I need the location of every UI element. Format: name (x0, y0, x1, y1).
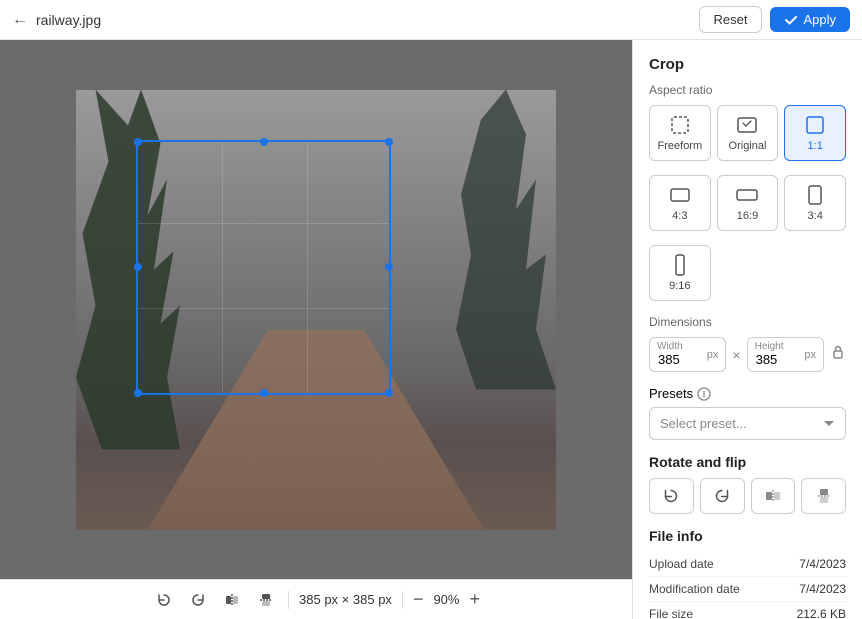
flip-v-button[interactable] (254, 588, 278, 612)
fileinfo-title: File info (649, 528, 846, 544)
aspect-ratio-grid: Freeform Original 1:1 (649, 105, 846, 161)
fileinfo-modification-value: 7/4/2023 (799, 582, 846, 596)
aspect-freeform-button[interactable]: Freeform (649, 105, 711, 161)
toolbar-divider-2 (402, 591, 403, 609)
toolbar-divider (288, 591, 289, 609)
rotate-grid (649, 478, 846, 514)
main-layout: 385 px × 385 px − 90% + Crop Aspect rati… (0, 40, 862, 619)
crop-handle-tm[interactable] (260, 138, 268, 146)
rotate-ccw-panel-button[interactable] (649, 478, 694, 514)
dimension-x-separator: × (732, 347, 740, 363)
crop-handle-tr[interactable] (385, 138, 393, 146)
dimensions-row: Width px × Height px (649, 337, 846, 372)
height-unit: px (804, 349, 816, 361)
width-field: Width px (649, 337, 726, 372)
flip-h-panel-button[interactable] (751, 478, 796, 514)
height-field: Height px (747, 337, 824, 372)
header-right: Reset Apply (699, 6, 851, 33)
crop-title: Crop (649, 56, 846, 73)
flip-v-panel-button[interactable] (801, 478, 846, 514)
right-panel: Crop Aspect ratio Freeform Original (632, 40, 862, 619)
crop-handle-bm[interactable] (260, 389, 268, 397)
fileinfo-modification-label: Modification date (649, 582, 740, 596)
header-title: railway.jpg (36, 12, 101, 28)
fileinfo-size-value: 212.6 KB (797, 607, 846, 619)
crop-handle-ml[interactable] (134, 263, 142, 271)
crop-selection[interactable] (136, 140, 391, 395)
checkmark-icon (784, 13, 798, 27)
fileinfo-upload-value: 7/4/2023 (799, 557, 846, 571)
crop-handle-br[interactable] (385, 389, 393, 397)
bottom-toolbar: 385 px × 385 px − 90% + (0, 579, 632, 619)
canvas-wrapper: 385 px × 385 px − 90% + (0, 40, 632, 619)
presets-section: Presets Select preset... (649, 386, 846, 440)
aspect-3-4-button[interactable]: 3:4 (784, 175, 846, 231)
header-left: ← railway.jpg (12, 11, 101, 29)
rotate-section: Rotate and flip (649, 454, 846, 514)
aspect-4-3-button[interactable]: 4:3 (649, 175, 711, 231)
preset-select[interactable]: Select preset... (649, 407, 846, 440)
dimensions-section: Dimensions Width px × Height px (649, 315, 846, 372)
header: ← railway.jpg Reset Apply (0, 0, 862, 40)
aspect-9-16-button[interactable]: 9:16 (649, 245, 711, 301)
aspect-original-button[interactable]: Original (717, 105, 779, 161)
dimensions-label: Dimensions (649, 315, 846, 329)
height-label: Height (755, 341, 784, 352)
aspect-ratio-grid-3: 9:16 (649, 245, 846, 301)
lock-aspect-button[interactable] (830, 344, 846, 365)
rotate-cw-panel-button[interactable] (700, 478, 745, 514)
fileinfo-upload-date: Upload date 7/4/2023 (649, 552, 846, 577)
reset-button[interactable]: Reset (699, 6, 763, 33)
zoom-out-button[interactable]: − (413, 589, 424, 610)
rotate-title: Rotate and flip (649, 454, 846, 470)
photo-background (76, 90, 556, 530)
presets-label: Presets (649, 386, 846, 401)
crop-handle-mr[interactable] (385, 263, 393, 271)
aspect-1-1-button[interactable]: 1:1 (784, 105, 846, 161)
aspect-ratio-grid-2: 4:3 16:9 3:4 (649, 175, 846, 231)
width-label: Width (657, 341, 683, 352)
info-icon (697, 387, 711, 401)
crop-handle-tl[interactable] (134, 138, 142, 146)
fileinfo-size-label: File size (649, 607, 693, 619)
aspect-16-9-button[interactable]: 16:9 (717, 175, 779, 231)
back-arrow-icon[interactable]: ← (12, 11, 28, 29)
flip-h-button[interactable] (220, 588, 244, 612)
canvas-content[interactable] (0, 40, 632, 579)
fileinfo-modification-date: Modification date 7/4/2023 (649, 577, 846, 602)
zoom-in-button[interactable]: + (469, 589, 480, 610)
fileinfo-section: File info Upload date 7/4/2023 Modificat… (649, 528, 846, 619)
apply-button[interactable]: Apply (770, 7, 850, 32)
fileinfo-file-size: File size 212.6 KB (649, 602, 846, 619)
width-unit: px (707, 349, 719, 361)
rotate-ccw-button[interactable] (152, 588, 176, 612)
crop-dimensions-text: 385 px × 385 px (299, 592, 392, 607)
rotate-cw-button[interactable] (186, 588, 210, 612)
crop-handle-bl[interactable] (134, 389, 142, 397)
preset-select-wrapper: Select preset... (649, 407, 846, 440)
aspect-ratio-label: Aspect ratio (649, 83, 846, 97)
zoom-level: 90% (433, 592, 459, 607)
fileinfo-upload-label: Upload date (649, 557, 714, 571)
